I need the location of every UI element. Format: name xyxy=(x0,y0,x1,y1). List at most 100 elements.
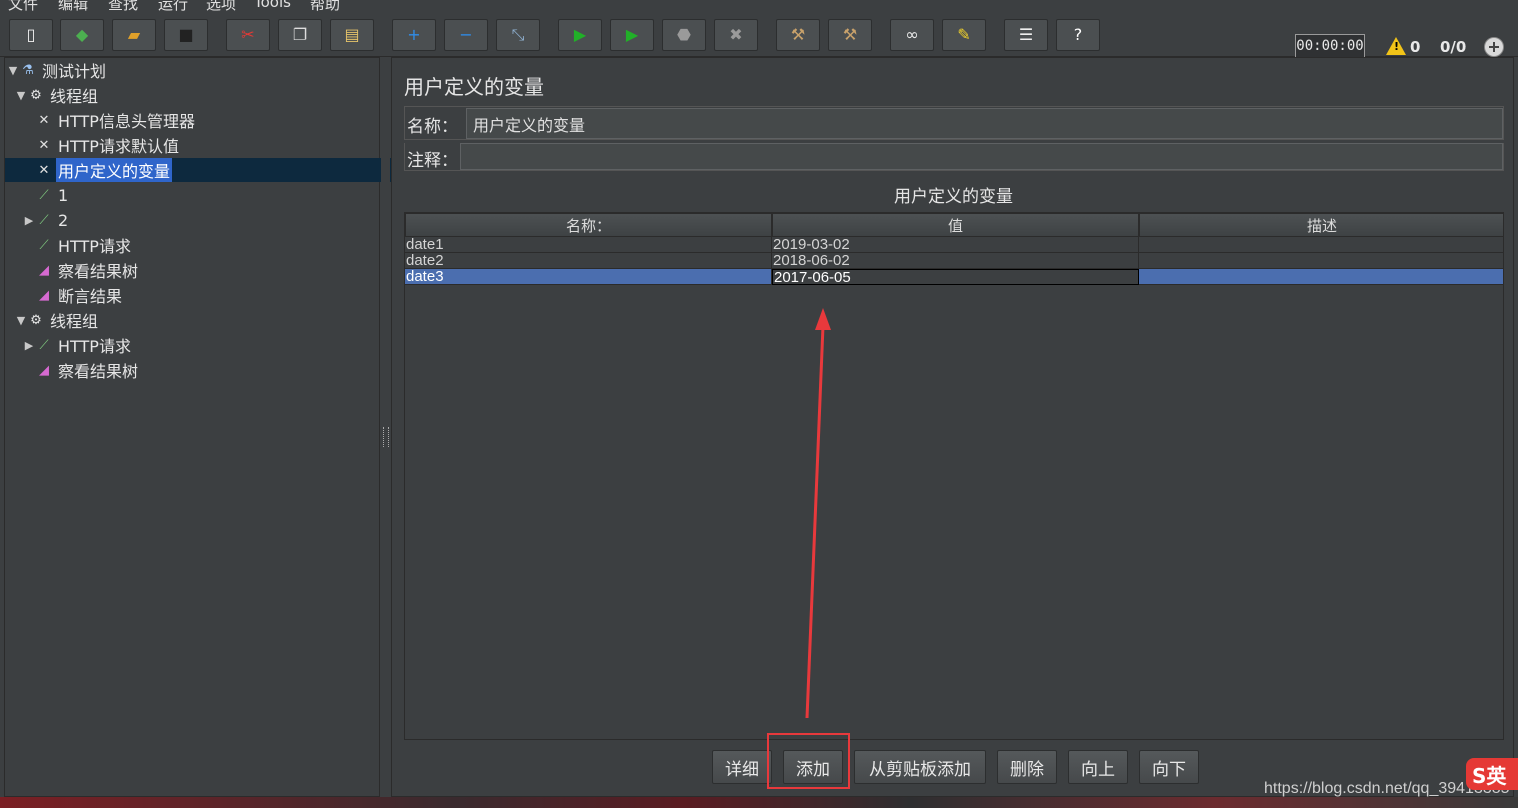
gear-icon: ⚙ xyxy=(30,87,42,103)
move-up-button[interactable]: 向上 xyxy=(1068,750,1128,784)
copy-button[interactable]: ❐ xyxy=(278,19,322,51)
table-row[interactable]: date3 2017-06-05 xyxy=(405,269,1503,285)
tree-node-label: HTTP信息头管理器 xyxy=(58,112,195,131)
help-button[interactable]: ? xyxy=(1056,19,1100,51)
start-no-pause-button[interactable]: ▶ xyxy=(610,19,654,51)
detail-button[interactable]: 详细 xyxy=(712,750,772,784)
new-button[interactable]: ▯ xyxy=(9,19,53,51)
tree-node[interactable]: ✕ 用户定义的变量 xyxy=(5,158,397,182)
table-cell-value[interactable]: 2017-06-05 xyxy=(772,269,1139,285)
shutdown-icon: ✖ xyxy=(729,25,743,44)
save-button[interactable]: ■ xyxy=(164,19,208,51)
cut-button[interactable]: ✂ xyxy=(226,19,270,51)
sampler-pipette-icon: ⟋ xyxy=(39,187,49,203)
table-cell-desc[interactable] xyxy=(1139,253,1503,269)
new-icon: ▯ xyxy=(26,25,36,44)
expanded-arrow-icon[interactable]: ▼ xyxy=(7,64,19,77)
shutdown-button[interactable]: ✖ xyxy=(714,19,758,51)
expanded-arrow-icon[interactable]: ▼ xyxy=(15,314,27,327)
collapsed-arrow-icon[interactable]: ▶ xyxy=(23,339,35,352)
tree-node[interactable]: ◢ 断言结果 xyxy=(5,283,124,307)
listener-chart-icon: ◢ xyxy=(39,362,49,378)
column-header-name[interactable]: 名称： xyxy=(405,213,772,237)
warning-icon[interactable] xyxy=(1386,37,1406,55)
function-helper-icon: ☰ xyxy=(1018,25,1034,44)
ime-badge[interactable]: S英 xyxy=(1466,758,1518,790)
name-input[interactable]: 用户定义的变量 xyxy=(466,108,1503,139)
search-button[interactable]: ∞ xyxy=(890,19,934,51)
paste-icon: ▤ xyxy=(344,25,360,44)
tree-node[interactable]: ▼ ⚙ 线程组 xyxy=(5,308,100,332)
table-cell-name[interactable]: date2 xyxy=(405,253,772,269)
elapsed-timer: 00:00:00 xyxy=(1295,34,1365,58)
splitter-grip[interactable] xyxy=(383,427,389,447)
test-plan-tree[interactable]: ▼ ⚗ 测试计划 ▼ ⚙ 线程组 ✕ HTTP信息头管理器 ✕ HTTP请求默认值 ✕ 用户定义的变量… xyxy=(4,57,397,797)
menu-item[interactable]: Tools xyxy=(254,0,291,11)
remote-status-icon[interactable] xyxy=(1484,37,1504,57)
toolbar: 00:00:00 0 0/0 ▯ ◆ ▰ ■ ✂ ❐ ▤ + − ⤡ ▶ ▶ ⬣ ✖ ⚒ ⚒ ∞ ✎ ☰? xyxy=(0,12,1518,58)
table-cell-value[interactable]: 2019-03-02 xyxy=(772,237,1139,253)
table-row[interactable]: date1 2019-03-02 xyxy=(405,237,1503,253)
collapse-button[interactable]: − xyxy=(444,19,488,51)
menu-bar: 文件 编辑 查找 运行 选项 Tools 帮助 xyxy=(0,0,1518,12)
splitter[interactable] xyxy=(381,57,390,797)
tree-node-label: 断言结果 xyxy=(58,287,123,306)
gear-icon: ⚙ xyxy=(30,312,42,328)
column-header-description[interactable]: 描述 xyxy=(1139,213,1503,237)
copy-icon: ❐ xyxy=(292,25,308,44)
tree-node[interactable]: ▼ ⚙ 线程组 xyxy=(5,83,100,107)
function-helper-button[interactable]: ☰ xyxy=(1004,19,1048,51)
clear-all-icon: ⚒ xyxy=(842,25,858,44)
tree-node-label: HTTP请求 xyxy=(58,337,131,356)
open-button[interactable]: ▰ xyxy=(112,19,156,51)
table-cell-desc[interactable] xyxy=(1139,269,1503,285)
menu-item[interactable]: 帮助 xyxy=(310,0,340,12)
start-button[interactable]: ▶ xyxy=(558,19,602,51)
tree-node[interactable]: ▶ ⟋ 2 xyxy=(5,208,70,232)
variables-table[interactable]: 名称： 值 描述 date1 2019-03-02 date2 2018-06-02 d… xyxy=(404,212,1504,740)
config-tools-icon: ✕ xyxy=(38,137,50,153)
stop-button[interactable]: ⬣ xyxy=(662,19,706,51)
clear-all-button[interactable]: ⚒ xyxy=(828,19,872,51)
collapsed-arrow-icon[interactable]: ▶ xyxy=(23,214,35,227)
toggle-button[interactable]: ⤡ xyxy=(496,19,540,51)
menu-item[interactable]: 运行 xyxy=(158,0,188,12)
open-icon: ▰ xyxy=(127,25,141,44)
column-header-value[interactable]: 值 xyxy=(772,213,1139,237)
menu-item[interactable]: 文件 xyxy=(8,0,38,12)
comment-input[interactable] xyxy=(460,143,1503,170)
tree-node-label: 察看结果树 xyxy=(58,362,139,381)
tree-node[interactable]: ⟋ HTTP请求 xyxy=(5,233,133,257)
toggle-icon: ⤡ xyxy=(511,25,525,44)
table-cell-name[interactable]: date1 xyxy=(405,237,772,253)
table-cell-name[interactable]: date3 xyxy=(405,269,772,285)
delete-button[interactable]: 删除 xyxy=(997,750,1057,784)
tree-node[interactable]: ▼ ⚗ 测试计划 xyxy=(5,58,108,82)
config-tools-icon: ✕ xyxy=(38,162,50,178)
menu-item[interactable]: 选项 xyxy=(206,0,236,12)
move-down-button[interactable]: 向下 xyxy=(1139,750,1199,784)
paste-button[interactable]: ▤ xyxy=(330,19,374,51)
tree-node[interactable]: ◢ 察看结果树 xyxy=(5,358,140,382)
table-cell-desc[interactable] xyxy=(1139,237,1503,253)
tree-node[interactable]: ▶ ⟋ HTTP请求 xyxy=(5,333,133,357)
menu-item[interactable]: 查找 xyxy=(108,0,138,12)
expanded-arrow-icon[interactable]: ▼ xyxy=(15,89,27,102)
expand-icon: + xyxy=(407,25,421,44)
menu-item[interactable]: 编辑 xyxy=(58,0,88,12)
table-cell-value[interactable]: 2018-06-02 xyxy=(772,253,1139,269)
warning-count: 0 xyxy=(1410,38,1421,56)
tree-node-label: 测试计划 xyxy=(42,62,107,81)
tree-node-label: 线程组 xyxy=(50,312,99,331)
clear-button[interactable]: ⚒ xyxy=(776,19,820,51)
tree-node[interactable]: ◢ 察看结果树 xyxy=(5,258,140,282)
add-from-clipboard-button[interactable]: 从剪贴板添加 xyxy=(854,750,986,784)
reset-search-button[interactable]: ✎ xyxy=(942,19,986,51)
tree-node[interactable]: ✕ HTTP请求默认值 xyxy=(5,133,181,157)
expand-button[interactable]: + xyxy=(392,19,436,51)
table-row[interactable]: date2 2018-06-02 xyxy=(405,253,1503,269)
variables-table-title: 用户定义的变量 xyxy=(894,187,1013,207)
tree-node[interactable]: ⟋ 1 xyxy=(5,183,70,207)
templates-button[interactable]: ◆ xyxy=(60,19,104,51)
tree-node[interactable]: ✕ HTTP信息头管理器 xyxy=(5,108,197,132)
